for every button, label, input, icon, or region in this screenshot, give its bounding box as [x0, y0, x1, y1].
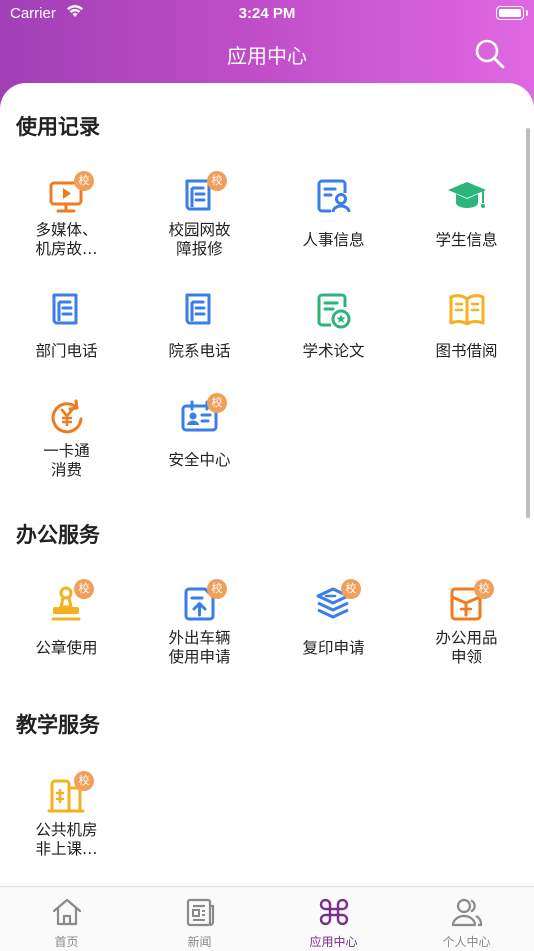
app-label: 公章使用 [35, 639, 98, 657]
app-label: 一卡通 消费 [43, 442, 90, 479]
home-icon [52, 898, 82, 926]
app-hr-info[interactable]: 人事信息 [267, 175, 400, 275]
tab-label: 首页 [54, 935, 79, 949]
status-bar: Carrier 3:24 PM [0, 0, 534, 30]
campus-badge: 校 [341, 579, 361, 599]
campus-badge: 校 [74, 171, 94, 191]
app-campus-network-repair[interactable]: 校 校园网故 障报修 [133, 171, 266, 275]
campus-badge: 校 [74, 771, 94, 791]
document-icon [185, 293, 211, 325]
app-department-phone[interactable]: 部门电话 [0, 289, 133, 389]
tab-label: 应用中心 [309, 935, 358, 949]
app-label: 学生信息 [435, 231, 498, 249]
campus-badge: 校 [207, 171, 227, 191]
app-label: 校园网故 障报修 [168, 221, 231, 258]
tab-label: 个人中心 [442, 935, 491, 949]
app-label: 办公用品 申领 [435, 629, 498, 666]
app-student-info[interactable]: 学生信息 [400, 175, 533, 275]
campus-badge: 校 [207, 393, 227, 413]
tab-profile[interactable]: 个人中心 [400, 887, 533, 951]
app-label: 公共机房 非上课… [35, 821, 98, 858]
app-label: 外出车辆 使用申请 [168, 629, 231, 666]
tab-home[interactable]: 首页 [0, 887, 133, 951]
tab-bar: 首页 新闻 应用中心 个人中心 [0, 886, 534, 951]
page-title: 应用中心 [227, 44, 307, 68]
app-label: 部门电话 [35, 342, 98, 360]
app-library[interactable]: 图书借阅 [400, 289, 533, 389]
tab-news[interactable]: 新闻 [133, 887, 266, 951]
app-label: 复印申请 [302, 639, 365, 657]
app-center-card: 使用记录 校 多媒体、 机房故… 校 校园网故 障报修 人事信息 学生信息 部门… [0, 83, 534, 886]
yen-coin-icon [51, 399, 83, 434]
app-public-lab[interactable]: 校 公共机房 非上课… [0, 771, 133, 875]
tab-app-center[interactable]: 应用中心 [267, 887, 400, 951]
app-campus-card[interactable]: 一卡通 消费 [0, 397, 133, 497]
section-title-usage-records: 使用记录 [16, 115, 100, 139]
app-label: 图书借阅 [435, 342, 498, 360]
users-icon [451, 898, 483, 927]
section-title-teaching-services: 教学服务 [16, 713, 100, 737]
app-label: 多媒体、 机房故… [35, 221, 98, 258]
app-vehicle-request[interactable]: 校 外出车辆 使用申请 [133, 579, 266, 683]
tab-label: 新闻 [187, 935, 212, 949]
app-official-seal[interactable]: 校 公章使用 [0, 579, 133, 683]
command-icon [319, 898, 349, 926]
app-media-room[interactable]: 校 多媒体、 机房故… [0, 171, 133, 275]
graduation-cap-icon [448, 182, 486, 208]
app-label: 学术论文 [302, 342, 365, 360]
document-icon [52, 293, 78, 325]
app-label: 安全中心 [168, 451, 231, 469]
app-label: 人事信息 [302, 231, 365, 249]
app-office-supplies[interactable]: 校 办公用品 申领 [400, 579, 533, 683]
search-icon[interactable] [474, 38, 506, 70]
app-copy-request[interactable]: 校 复印申请 [267, 579, 400, 683]
section-title-office-services: 办公服务 [16, 523, 100, 547]
app-academic-paper[interactable]: 学术论文 [267, 289, 400, 389]
newspaper-icon [186, 898, 215, 927]
battery-icon [496, 6, 528, 20]
campus-badge: 校 [74, 579, 94, 599]
app-label: 院系电话 [168, 342, 231, 360]
clock: 3:24 PM [238, 5, 296, 22]
app-safety-center[interactable]: 校 安全中心 [133, 393, 266, 497]
person-card-icon [317, 179, 351, 213]
app-faculty-phone[interactable]: 院系电话 [133, 289, 266, 389]
paper-star-icon [317, 293, 351, 329]
campus-badge: 校 [474, 579, 494, 599]
open-book-icon [449, 294, 485, 326]
campus-badge: 校 [207, 579, 227, 599]
